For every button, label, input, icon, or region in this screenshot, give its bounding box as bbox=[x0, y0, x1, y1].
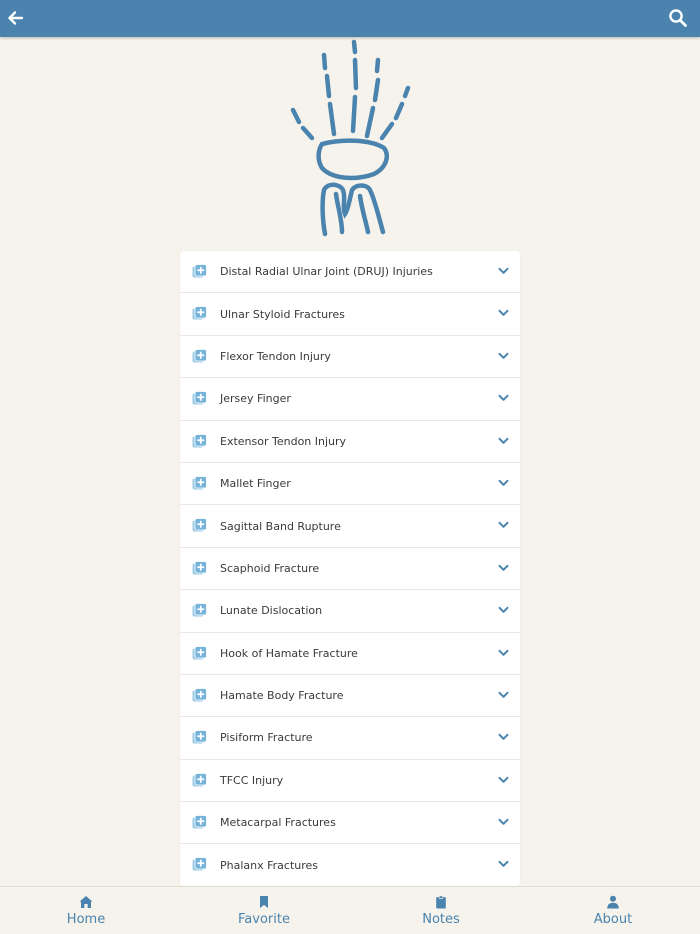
add-to-collection-icon bbox=[192, 688, 207, 702]
tab-home-label: Home bbox=[66, 912, 106, 927]
chevron-down-icon[interactable] bbox=[498, 649, 509, 657]
list-item[interactable]: Pisiform Fracture bbox=[180, 717, 520, 760]
list-item[interactable]: Sagittal Band Rupture bbox=[180, 505, 520, 548]
add-to-collection-icon bbox=[192, 476, 207, 490]
chevron-down-icon[interactable] bbox=[498, 564, 509, 572]
tab-favorite-label: Favorite bbox=[238, 912, 290, 927]
chevron-down-icon[interactable] bbox=[498, 733, 509, 741]
arrow-left-icon[interactable] bbox=[6, 8, 26, 28]
chevron-down-icon[interactable] bbox=[498, 352, 509, 360]
chevron-down-icon[interactable] bbox=[498, 309, 509, 317]
list-item[interactable]: Extensor Tendon Injury bbox=[180, 421, 520, 463]
hand-wrist-bones-icon bbox=[290, 39, 411, 237]
tab-home[interactable]: Home bbox=[56, 887, 116, 934]
tab-favorite[interactable]: Favorite bbox=[229, 887, 299, 934]
list-item-label: Mallet Finger bbox=[220, 477, 291, 491]
list-item[interactable]: TFCC Injury bbox=[180, 760, 520, 803]
list-item[interactable]: Hook of Hamate Fracture bbox=[180, 633, 520, 675]
home-icon bbox=[79, 896, 93, 908]
list-item[interactable]: Metacarpal Fractures bbox=[180, 802, 520, 845]
add-to-collection-icon bbox=[192, 815, 207, 829]
user-icon bbox=[607, 895, 619, 909]
list-item-label: Metacarpal Fractures bbox=[220, 816, 336, 830]
list-item-label: Pisiform Fracture bbox=[220, 731, 313, 745]
add-to-collection-icon bbox=[192, 433, 207, 448]
chevron-down-icon[interactable] bbox=[498, 521, 509, 529]
chevron-down-icon[interactable] bbox=[498, 860, 509, 868]
add-to-collection-icon bbox=[192, 264, 207, 278]
add-to-collection-icon bbox=[192, 772, 207, 787]
tab-about[interactable]: About bbox=[586, 887, 640, 934]
list-item[interactable]: Jersey Finger bbox=[180, 378, 520, 421]
list-item-label: Scaphoid Fracture bbox=[220, 561, 320, 575]
add-to-collection-icon bbox=[192, 560, 207, 575]
list-item-label: Hook of Hamate Fracture bbox=[220, 646, 358, 660]
list-item-label: Lunate Dislocation bbox=[220, 604, 323, 618]
chevron-down-icon[interactable] bbox=[498, 776, 509, 784]
add-to-collection-icon bbox=[192, 645, 207, 660]
chevron-down-icon[interactable] bbox=[498, 267, 509, 275]
list-item[interactable]: Mallet Finger bbox=[180, 463, 520, 506]
search-icon[interactable] bbox=[668, 8, 688, 28]
condition-list: Distal Radial Ulnar Joint (DRUJ) Injurie… bbox=[180, 251, 520, 886]
list-item[interactable]: Flexor Tendon Injury bbox=[180, 336, 520, 379]
list-item-label: Sagittal Band Rupture bbox=[220, 519, 341, 533]
list-item-label: Flexor Tendon Injury bbox=[220, 349, 331, 363]
chevron-down-icon[interactable] bbox=[498, 818, 509, 826]
list-item-label: Ulnar Styloid Fractures bbox=[220, 307, 345, 321]
tab-about-label: About bbox=[593, 912, 633, 927]
list-item[interactable]: Distal Radial Ulnar Joint (DRUJ) Injurie… bbox=[180, 251, 520, 294]
add-to-collection-icon bbox=[192, 306, 207, 320]
list-item[interactable]: Scaphoid Fracture bbox=[180, 548, 520, 591]
tab-notes[interactable]: Notes bbox=[412, 887, 470, 934]
chevron-down-icon[interactable] bbox=[498, 691, 509, 699]
list-item[interactable]: Phalanx Fractures bbox=[180, 844, 520, 886]
add-to-collection-icon bbox=[192, 518, 207, 532]
list-item[interactable]: Ulnar Styloid Fractures bbox=[180, 293, 520, 336]
chevron-down-icon[interactable] bbox=[498, 437, 509, 445]
top-app-bar bbox=[0, 0, 700, 37]
list-item-label: Hamate Body Fracture bbox=[220, 689, 344, 703]
chevron-down-icon[interactable] bbox=[498, 479, 509, 487]
list-item-label: Phalanx Fractures bbox=[220, 858, 319, 872]
add-to-collection-icon bbox=[192, 391, 207, 405]
add-to-collection-icon bbox=[192, 730, 207, 744]
add-to-collection-icon bbox=[192, 603, 207, 617]
list-item-label: TFCC Injury bbox=[220, 773, 284, 787]
add-to-collection-icon bbox=[192, 348, 207, 363]
bookmark-icon bbox=[260, 896, 268, 908]
bottom-nav-bar: Home Favorite Notes About bbox=[0, 886, 700, 934]
list-item-label: Jersey Finger bbox=[220, 392, 291, 406]
tab-notes-label: Notes bbox=[422, 912, 460, 927]
chevron-down-icon[interactable] bbox=[498, 606, 509, 614]
list-item-label: Distal Radial Ulnar Joint (DRUJ) Injurie… bbox=[220, 265, 433, 279]
list-item[interactable]: Hamate Body Fracture bbox=[180, 675, 520, 718]
chevron-down-icon[interactable] bbox=[498, 394, 509, 402]
list-item-label: Extensor Tendon Injury bbox=[220, 434, 347, 448]
clipboard-icon bbox=[436, 895, 446, 909]
add-to-collection-icon bbox=[192, 857, 207, 871]
list-item[interactable]: Lunate Dislocation bbox=[180, 590, 520, 633]
